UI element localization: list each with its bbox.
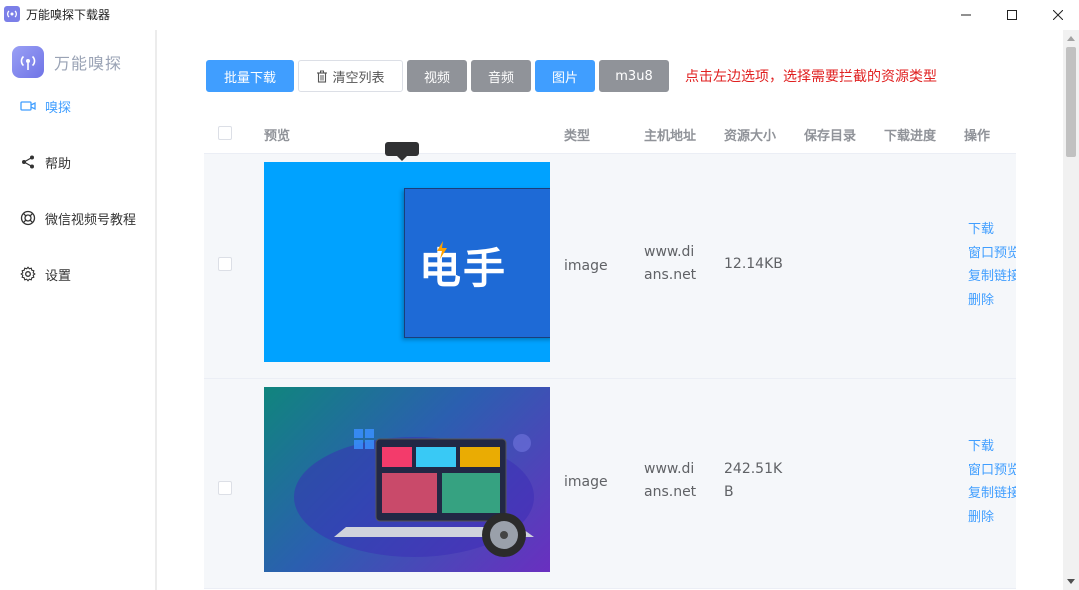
minimize-button[interactable] (943, 0, 989, 30)
scroll-down-icon[interactable] (1067, 579, 1075, 584)
window-title: 万能嗅探下载器 (26, 8, 111, 22)
filter-audio-button[interactable]: 音频 (471, 60, 531, 92)
header-progress: 下载进度 (884, 129, 937, 144)
hint-text: 点击左边选项，选择需要拦截的资源类型 (685, 69, 937, 85)
cell-host: www.di ans.net (644, 241, 696, 287)
row-checkbox[interactable] (218, 481, 232, 495)
trash-icon (316, 70, 328, 83)
download-link[interactable]: 下载 (968, 218, 1016, 242)
cell-actions: 下载 窗口预览 复制链接 删除 (968, 435, 1016, 529)
vertical-scrollbar[interactable] (1063, 30, 1079, 590)
header-type: 类型 (564, 129, 591, 144)
laptop-dashboard-illustration (294, 429, 534, 557)
sidebar-item-help[interactable]: 帮助 (20, 151, 71, 173)
header-preview: 预览 (264, 129, 291, 144)
size-line: 242.51K (724, 461, 783, 477)
cell-actions: 下载 窗口预览 复制链接 删除 (968, 218, 1016, 312)
window-preview-link[interactable]: 窗口预览 (968, 459, 1016, 483)
image-preview[interactable]: 电手 (264, 162, 550, 362)
maximize-button[interactable] (989, 0, 1035, 30)
host-line: ans.net (644, 267, 697, 283)
resource-table: 预览 类型 主机地址 资源大小 保存目录 下载进度 操作 电手 image ww… (204, 112, 1016, 589)
sidebar-item-label: 嗅探 (45, 100, 72, 116)
maximize-icon (1007, 10, 1017, 20)
app-icon (4, 6, 20, 22)
preview-logo-panel: 电手 (404, 188, 550, 338)
scroll-up-icon[interactable] (1067, 36, 1075, 41)
main-panel: 批量下载 清空列表 视频 音频 图片 m3u8 点击左边选项，选择需要拦截的资源… (157, 30, 1063, 590)
preview-logo-text: 电手 (419, 244, 508, 293)
host-line: ans.net (644, 484, 697, 500)
header-save-dir: 保存目录 (804, 129, 857, 144)
sidebar-item-label: 微信视频号教程 (45, 212, 137, 228)
size-line: B (724, 484, 734, 500)
minimize-icon (961, 14, 971, 16)
cell-type: image (564, 474, 608, 490)
toolbar: 批量下载 清空列表 视频 音频 图片 m3u8 点击左边选项，选择需要拦截的资源… (206, 60, 937, 92)
host-line: www.di (644, 461, 695, 477)
close-icon (1053, 10, 1063, 20)
download-link[interactable]: 下载 (968, 435, 1016, 459)
sidebar: 万能嗅探 嗅探 帮助 微信视频号教程 设置 (0, 30, 157, 590)
sidebar-item-wechat-tutorial[interactable]: 微信视频号教程 (20, 207, 136, 229)
lifebuoy-icon (20, 210, 36, 226)
image-preview[interactable] (264, 387, 550, 572)
size-line: 12.14KB (724, 256, 783, 272)
window-preview-link[interactable]: 窗口预览 (968, 242, 1016, 266)
gear-icon (20, 266, 36, 282)
lightning-icon (437, 241, 447, 259)
preview-tooltip (385, 142, 419, 161)
brand-name: 万能嗅探 (54, 54, 123, 73)
row-checkbox[interactable] (218, 257, 232, 271)
brand: 万能嗅探 (12, 46, 122, 78)
sidebar-item-sniff[interactable]: 嗅探 (20, 95, 71, 117)
select-all-checkbox[interactable] (218, 126, 232, 140)
close-button[interactable] (1035, 0, 1079, 30)
header-host: 主机地址 (644, 129, 697, 144)
clear-list-label: 清空列表 (332, 70, 385, 86)
cell-host: www.di ans.net (644, 458, 696, 504)
copy-link-link[interactable]: 复制链接 (968, 482, 1016, 506)
filter-video-button[interactable]: 视频 (407, 60, 467, 92)
cell-size: 12.14KB (724, 253, 783, 276)
table-row[interactable]: 电手 image www.di ans.net 12.14KB 下载 窗口预览 … (204, 142, 1016, 379)
cell-type: image (564, 258, 608, 274)
table-row[interactable]: image www.di ans.net 242.51K B 下载 窗口预览 复… (204, 379, 1016, 589)
copy-link-link[interactable]: 复制链接 (968, 265, 1016, 289)
sidebar-item-label: 帮助 (45, 156, 72, 172)
video-icon (20, 98, 36, 114)
filter-image-button[interactable]: 图片 (535, 60, 595, 92)
title-bar: 万能嗅探下载器 (0, 0, 1079, 30)
share-icon (20, 154, 36, 170)
antenna-logo-icon (12, 46, 44, 78)
host-line: www.di (644, 244, 695, 260)
sidebar-item-label: 设置 (45, 268, 72, 284)
delete-link[interactable]: 删除 (968, 506, 1016, 530)
cell-size: 242.51K B (724, 458, 782, 504)
scrollbar-thumb[interactable] (1066, 47, 1076, 157)
clear-list-button[interactable]: 清空列表 (298, 60, 403, 92)
filter-m3u8-button[interactable]: m3u8 (599, 60, 669, 92)
sidebar-item-settings[interactable]: 设置 (20, 263, 71, 285)
header-actions: 操作 (964, 129, 991, 144)
header-size: 资源大小 (724, 129, 777, 144)
delete-link[interactable]: 删除 (968, 289, 1016, 313)
table-header: 预览 类型 主机地址 资源大小 保存目录 下载进度 操作 (204, 112, 1016, 154)
batch-download-button[interactable]: 批量下载 (206, 60, 294, 92)
